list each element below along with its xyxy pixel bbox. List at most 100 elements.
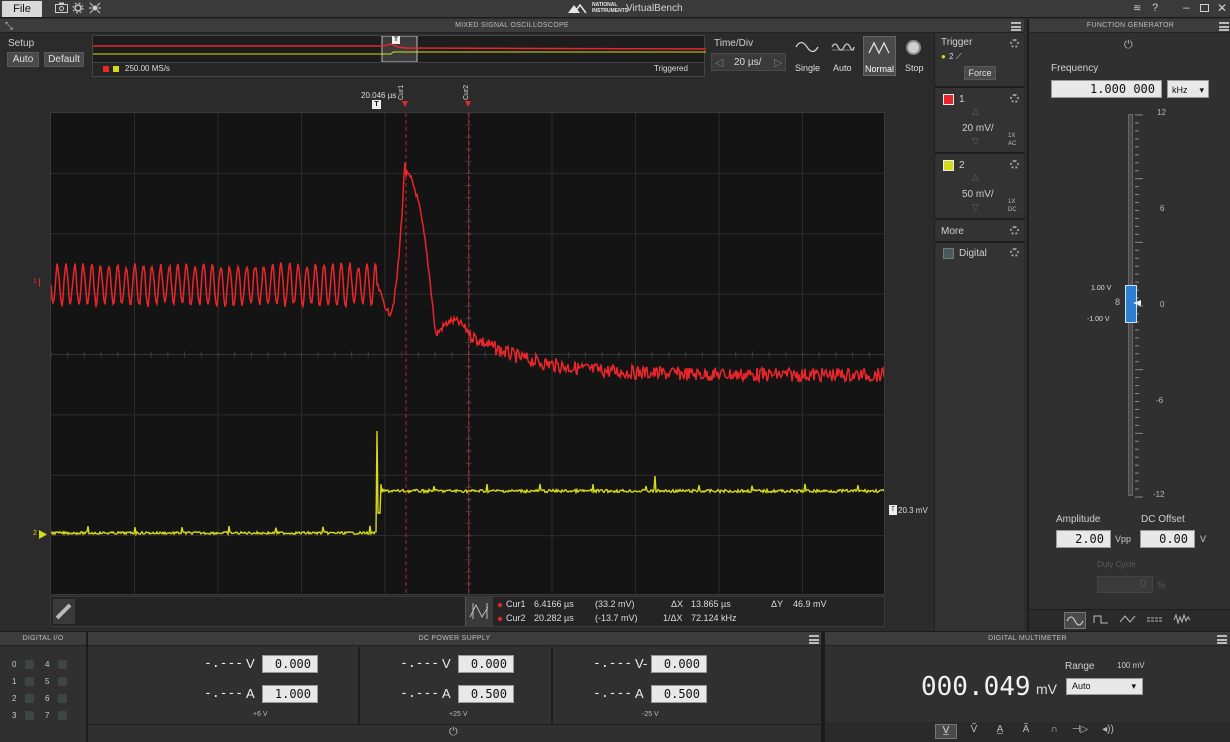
ch1-scale-down-icon[interactable]: ▽ <box>972 136 979 147</box>
digital-settings-icon[interactable] <box>1010 248 1019 257</box>
psu-voltage-setpoint[interactable]: 0.000 <box>651 655 707 673</box>
overview-strip[interactable]: T 250.00 MS/s Triggered <box>92 35 706 77</box>
dc-volts-button[interactable]: V̲ <box>935 724 957 739</box>
overview-trigger-marker: T <box>392 36 400 44</box>
amplitude-range-handle[interactable] <box>1125 285 1137 323</box>
resistance-button[interactable]: ∩ <box>1043 724 1065 739</box>
dio-pin-indicator[interactable] <box>58 694 67 703</box>
ruler-icon[interactable] <box>53 599 75 624</box>
ch2-settings-icon[interactable] <box>1010 160 1019 169</box>
ch1-settings-icon[interactable] <box>1010 94 1019 103</box>
camera-icon[interactable] <box>54 2 68 16</box>
dio-pin-indicator[interactable] <box>25 711 34 720</box>
dx-label: ΔX <box>671 599 684 609</box>
psu-current-limit[interactable]: 0.500 <box>458 685 514 703</box>
continuity-button[interactable]: ◂)) <box>1097 724 1119 739</box>
amplitude-input[interactable]: 2.00 <box>1056 530 1111 548</box>
psu-header: DC POWER SUPPLY <box>88 632 821 646</box>
dc-button[interactable] <box>1145 612 1167 629</box>
settings-icon[interactable] <box>71 2 85 16</box>
psu-current-limit[interactable]: 1.000 <box>262 685 318 703</box>
ch1-panel[interactable]: 1 △ 20 mV/ ▽ 1X AC <box>935 88 1025 152</box>
psu-current-limit[interactable]: 0.500 <box>651 685 707 703</box>
fgen-menu-icon[interactable] <box>1219 22 1229 31</box>
ac-amps-button[interactable]: Ã <box>1015 724 1037 739</box>
trigger-position-marker[interactable]: T <box>372 100 381 109</box>
ch2-indicator <box>113 66 119 72</box>
dmm-panel: DIGITAL MULTIMETER 000.049 mV Range 100 … <box>825 632 1230 742</box>
trigger-level-marker[interactable]: T <box>889 505 897 515</box>
more-settings-icon[interactable] <box>1010 226 1019 235</box>
duty-input: 0 <box>1097 576 1153 593</box>
diode-button[interactable]: ⊣▷ <box>1069 724 1091 739</box>
offset-input[interactable]: 0.00 <box>1140 530 1195 548</box>
cursor-toggle-icon[interactable] <box>465 597 493 626</box>
range-select[interactable]: Auto ▾ <box>1066 678 1143 695</box>
dio-pin-indicator[interactable] <box>58 677 67 686</box>
auto-setup-button[interactable]: Auto <box>7 52 39 67</box>
frequency-input[interactable]: 1.000 000 <box>1051 80 1162 98</box>
maximize-icon[interactable] <box>1200 4 1209 12</box>
more-label[interactable]: More <box>941 226 964 237</box>
psu-voltage-unit: V- <box>635 656 648 671</box>
dio-pin-indicator[interactable] <box>25 677 34 686</box>
psu-voltage-setpoint[interactable]: 0.000 <box>458 655 514 673</box>
ch2-scale-up-icon[interactable]: △ <box>972 172 979 183</box>
psu-voltage-unit: V <box>442 656 451 671</box>
fgen-power-icon[interactable]: ⏻ <box>1124 39 1133 52</box>
ch1-scale-up-icon[interactable]: △ <box>972 106 979 117</box>
debug-icon[interactable] <box>88 2 102 16</box>
psu-menu-icon[interactable] <box>809 635 819 644</box>
overview-status <box>93 62 704 76</box>
timediv-decrease-button[interactable]: ◁ <box>715 56 723 69</box>
timediv-increase-button[interactable]: ▷ <box>774 56 782 69</box>
dmm-menu-icon[interactable] <box>1217 635 1227 644</box>
ac-volts-button[interactable]: Ṽ <box>963 724 985 739</box>
scale-tick-6: 6 <box>1160 204 1165 213</box>
help-icon[interactable]: ? <box>1152 2 1158 14</box>
frequency-unit-select[interactable]: kHz ▾ <box>1167 80 1209 98</box>
dmm-function-bar: V̲ Ṽ A̲ Ã ∩ ⊣▷ ◂)) <box>825 722 1230 742</box>
stop-button[interactable]: Stop <box>899 36 929 76</box>
psu-channel-name: +6 V <box>253 711 268 718</box>
side-divider <box>935 241 1025 243</box>
scope-display[interactable] <box>50 112 885 595</box>
force-trigger-button[interactable]: Force <box>964 66 996 80</box>
dc-amps-button[interactable]: A̲ <box>989 724 1011 739</box>
ch2-scale-down-icon[interactable]: ▽ <box>972 202 979 213</box>
psu-current-reading: -.--- <box>204 686 244 701</box>
noise-button[interactable] <box>1172 612 1194 629</box>
dy-label: ΔY <box>771 599 784 609</box>
ch2-panel[interactable]: 2 △ 50 mV/ ▽ 1X DC <box>935 154 1025 218</box>
duty-unit: % <box>1157 580 1166 590</box>
psu-power-icon[interactable]: ⏻ <box>449 726 458 739</box>
digital-enable-checkbox[interactable] <box>943 248 954 259</box>
wifi-icon[interactable]: ≋ <box>1133 3 1141 14</box>
dio-pin-indicator[interactable] <box>25 694 34 703</box>
single-mode-button[interactable]: Single <box>791 36 824 76</box>
psu-voltage-setpoint[interactable]: 0.000 <box>262 655 318 673</box>
dio-pin-indicator[interactable] <box>58 711 67 720</box>
expand-icon[interactable]: ⤡ <box>5 21 13 32</box>
close-icon[interactable]: ✕ <box>1217 1 1227 15</box>
ch2-enable-checkbox[interactable] <box>943 160 954 171</box>
waveform-selector <box>1029 609 1230 631</box>
file-menu[interactable]: File <box>2 1 42 17</box>
chevron-down-icon: ▾ <box>1131 681 1136 691</box>
square-wave-button[interactable] <box>1091 612 1113 629</box>
dio-pin-indicator[interactable] <box>58 660 67 669</box>
minimize-icon[interactable]: – <box>1183 0 1190 14</box>
ch1-enable-checkbox[interactable] <box>943 94 954 105</box>
auto-mode-button[interactable]: Auto <box>827 36 860 76</box>
link-icon[interactable]: 8 <box>1115 297 1120 307</box>
scope-menu-icon[interactable] <box>1011 22 1021 31</box>
triangle-wave-button[interactable] <box>1118 612 1140 629</box>
psu-current-unit: A <box>635 686 644 701</box>
timediv-label: Time/Div <box>714 38 754 49</box>
default-setup-button[interactable]: Default <box>44 52 84 67</box>
dio-pin-indicator[interactable] <box>25 660 34 669</box>
normal-mode-button[interactable]: Normal <box>863 36 896 76</box>
sine-wave-button[interactable] <box>1064 612 1086 629</box>
trigger-settings-icon[interactable] <box>1010 39 1019 48</box>
ch1-name: 1 <box>959 94 965 105</box>
